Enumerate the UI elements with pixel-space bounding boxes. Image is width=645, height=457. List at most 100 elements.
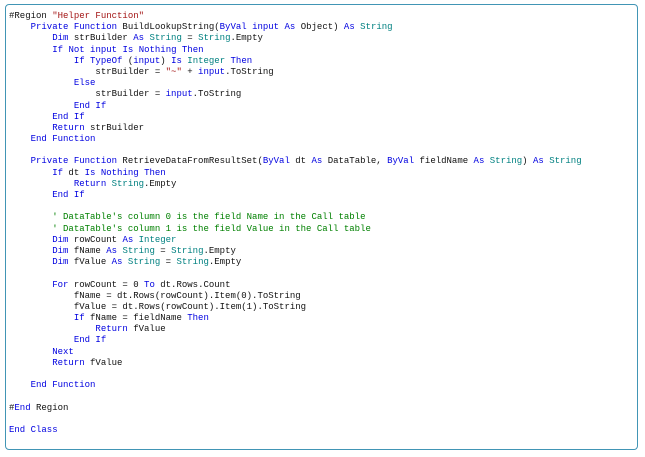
code-token: #Region bbox=[9, 11, 52, 21]
code-token: .ToString bbox=[225, 67, 274, 77]
code-token: Object) bbox=[295, 22, 344, 32]
code-token: End Class bbox=[9, 425, 58, 435]
code-token: Integer bbox=[139, 235, 177, 245]
code-token: Not bbox=[68, 45, 84, 55]
code-token: String bbox=[360, 22, 392, 32]
code-token: String bbox=[128, 257, 160, 267]
code-token: TypeOf bbox=[90, 56, 122, 66]
code-line: Dim fValue As String = String.Empty bbox=[9, 257, 635, 268]
code-token: fName = fieldName bbox=[85, 313, 188, 323]
code-token: strBuilder = bbox=[95, 67, 165, 77]
code-token: String bbox=[490, 156, 522, 166]
code-token: String bbox=[171, 246, 203, 256]
code-line: End If bbox=[9, 101, 635, 112]
code-token: .Empty bbox=[203, 246, 235, 256]
code-token: As bbox=[344, 22, 355, 32]
code-token: ( bbox=[122, 56, 133, 66]
code-token: String bbox=[549, 156, 581, 166]
code-token: fValue bbox=[68, 257, 111, 267]
code-area[interactable]: #Region "Helper Function" Private Functi… bbox=[9, 11, 635, 447]
code-token: Dim bbox=[52, 257, 68, 267]
code-line: strBuilder = "~" + input.ToString bbox=[9, 67, 635, 78]
code-token: Private Function bbox=[31, 156, 117, 166]
code-token: Then bbox=[182, 45, 204, 55]
code-line: End If bbox=[9, 112, 635, 123]
code-token: Then bbox=[144, 168, 166, 178]
code-line bbox=[9, 201, 635, 212]
code-token: input bbox=[133, 56, 160, 66]
code-token: Then bbox=[187, 313, 209, 323]
code-token: End If bbox=[74, 101, 106, 111]
code-token: Return bbox=[95, 324, 127, 334]
code-token: End bbox=[14, 403, 30, 413]
code-token: End If bbox=[52, 190, 84, 200]
code-token: Integer bbox=[187, 56, 225, 66]
code-line: End Function bbox=[9, 380, 635, 391]
code-token: + bbox=[182, 67, 198, 77]
code-token: Next bbox=[52, 347, 74, 357]
code-token: DataTable, bbox=[322, 156, 387, 166]
code-token: ' DataTable's column 1 is the field Valu… bbox=[52, 224, 371, 234]
code-token: fName bbox=[68, 246, 106, 256]
code-token: ByVal bbox=[263, 156, 290, 166]
code-token: RetrieveDataFromResultSet( bbox=[117, 156, 263, 166]
code-line: ' DataTable's column 0 is the field Name… bbox=[9, 212, 635, 223]
code-token: Nothing bbox=[139, 45, 177, 55]
code-token: "Helper Function" bbox=[52, 11, 144, 21]
code-line: End Class bbox=[9, 425, 635, 436]
code-line: Dim strBuilder As String = String.Empty bbox=[9, 33, 635, 44]
code-token: BuildLookupString( bbox=[117, 22, 220, 32]
code-token: rowCount = 0 bbox=[68, 280, 144, 290]
code-line: fValue = dt.Rows(rowCount).Item(1).ToStr… bbox=[9, 302, 635, 313]
code-token: As bbox=[533, 156, 544, 166]
code-line: Next bbox=[9, 347, 635, 358]
code-token: String bbox=[122, 246, 154, 256]
code-token: .Empty bbox=[144, 179, 176, 189]
code-token: End Function bbox=[31, 134, 96, 144]
code-token: Dim bbox=[52, 33, 68, 43]
code-token: Region bbox=[31, 403, 69, 413]
code-token: fName = dt.Rows(rowCount).Item(0).ToStri… bbox=[74, 291, 301, 301]
code-token: Is bbox=[85, 168, 96, 178]
code-line: If Not input Is Nothing Then bbox=[9, 45, 635, 56]
code-line: Dim fName As String = String.Empty bbox=[9, 246, 635, 257]
code-token: If bbox=[52, 45, 63, 55]
code-line bbox=[9, 268, 635, 279]
code-token: strBuilder = bbox=[95, 89, 165, 99]
code-token: rowCount bbox=[68, 235, 122, 245]
code-token: fValue bbox=[128, 324, 166, 334]
code-token: ) bbox=[160, 56, 171, 66]
code-token: As bbox=[311, 156, 322, 166]
code-token: Return bbox=[74, 179, 106, 189]
code-panel: #Region "Helper Function" Private Functi… bbox=[5, 4, 638, 450]
code-line: If fName = fieldName Then bbox=[9, 313, 635, 324]
code-token: dt bbox=[290, 156, 312, 166]
code-token: Dim bbox=[52, 246, 68, 256]
code-token: If bbox=[74, 56, 85, 66]
code-token: ByVal bbox=[220, 22, 247, 32]
code-token: = bbox=[182, 33, 198, 43]
code-token: fieldName bbox=[414, 156, 473, 166]
code-token: Nothing bbox=[101, 168, 139, 178]
code-token: As bbox=[285, 22, 296, 32]
code-token: End If bbox=[52, 112, 84, 122]
code-token: Is bbox=[122, 45, 133, 55]
code-token: ) bbox=[522, 156, 533, 166]
code-token: .Empty bbox=[209, 257, 241, 267]
code-token: strBuilder bbox=[85, 123, 144, 133]
code-token: String bbox=[149, 33, 181, 43]
code-token: As bbox=[133, 33, 144, 43]
code-token: Return bbox=[52, 358, 84, 368]
code-token: Dim bbox=[52, 235, 68, 245]
code-token: .Empty bbox=[230, 33, 262, 43]
code-line: If dt Is Nothing Then bbox=[9, 168, 635, 179]
code-token: To bbox=[144, 280, 155, 290]
code-token: .ToString bbox=[193, 89, 242, 99]
code-line bbox=[9, 369, 635, 380]
code-line bbox=[9, 391, 635, 402]
code-line: #Region "Helper Function" bbox=[9, 11, 635, 22]
code-token: Else bbox=[74, 78, 96, 88]
code-token: End Function bbox=[31, 380, 96, 390]
code-token: As bbox=[474, 156, 485, 166]
code-line: For rowCount = 0 To dt.Rows.Count bbox=[9, 280, 635, 291]
